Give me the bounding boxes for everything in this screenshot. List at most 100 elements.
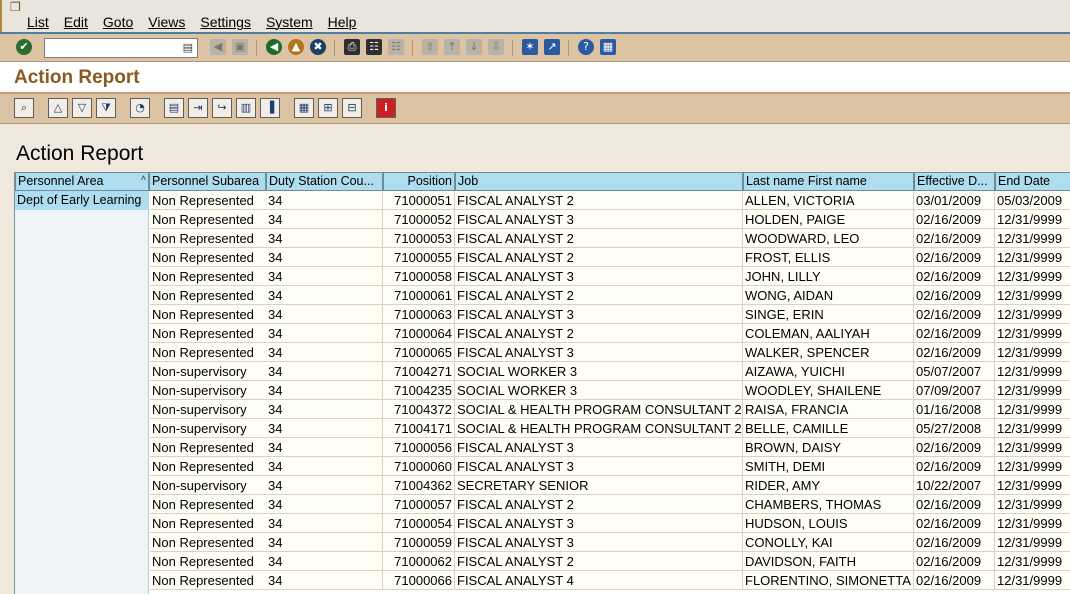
cell-name[interactable]: FROST, ELLIS [743, 248, 914, 267]
details-icon[interactable]: ⌕ [14, 98, 34, 118]
menu-list[interactable]: List [27, 14, 49, 30]
table-row[interactable]: Non Represented 34 71000054 FISCAL ANALYST … [150, 514, 1070, 533]
cell-position[interactable]: 71000056 [383, 438, 455, 457]
cell-position[interactable]: 71000055 [383, 248, 455, 267]
command-field[interactable]: ▤ [44, 38, 198, 58]
menu-settings[interactable]: Settings [200, 14, 251, 30]
cell-end-date[interactable]: 12/31/9999 [995, 210, 1070, 229]
table-row[interactable]: Non Represented 34 71000052 FISCAL ANALYST … [150, 210, 1070, 229]
cell-name[interactable]: RIDER, AMY [743, 476, 914, 495]
cell-name[interactable]: FLORENTINO, SIMONETTA [743, 571, 914, 590]
cell-personnel-subarea[interactable]: Non Represented [150, 438, 267, 457]
cell-duty-station[interactable]: 34 [266, 552, 383, 571]
cell-job[interactable]: FISCAL ANALYST 3 [455, 210, 743, 229]
cell-name[interactable]: AIZAWA, YUICHI [743, 362, 914, 381]
cell-duty-station[interactable]: 34 [266, 476, 383, 495]
cell-personnel-subarea[interactable]: Non-supervisory [150, 381, 267, 400]
cell-personnel-subarea[interactable]: Non Represented [150, 495, 267, 514]
print-icon[interactable]: ⎙ [344, 39, 360, 55]
cell-effective-date[interactable]: 02/16/2009 [914, 229, 995, 248]
column-header-duty-station[interactable]: Duty Station Cou... [266, 172, 383, 191]
cell-name[interactable]: CONOLLY, KAI [743, 533, 914, 552]
cell-personnel-subarea[interactable]: Non Represented [150, 286, 267, 305]
save-layout-icon[interactable]: ⊟ [342, 98, 362, 118]
column-header-end-date[interactable]: End Date [995, 172, 1070, 191]
find-icon[interactable]: ☷ [366, 39, 382, 55]
cell-position[interactable]: 71000059 [383, 533, 455, 552]
cancel-icon[interactable]: ✖ [310, 39, 326, 55]
cell-personnel-subarea[interactable]: Non Represented [150, 571, 267, 590]
subtotal-icon[interactable]: ▤ [164, 98, 184, 118]
cell-position[interactable]: 71004271 [383, 362, 455, 381]
cell-personnel-subarea[interactable]: Non Represented [150, 552, 267, 571]
back-icon[interactable]: ◀ [266, 39, 282, 55]
word-processing-icon[interactable]: ▥ [236, 98, 256, 118]
cell-position[interactable]: 71004362 [383, 476, 455, 495]
cell-position[interactable]: 71000063 [383, 305, 455, 324]
cell-name[interactable]: ALLEN, VICTORIA [743, 191, 914, 210]
filter-icon[interactable]: ⧩ [96, 98, 116, 118]
cell-job[interactable]: FISCAL ANALYST 2 [455, 229, 743, 248]
cell-effective-date[interactable]: 02/16/2009 [914, 495, 995, 514]
cell-end-date[interactable]: 12/31/9999 [995, 533, 1070, 552]
cell-duty-station[interactable]: 34 [266, 400, 383, 419]
cell-job[interactable]: FISCAL ANALYST 3 [455, 438, 743, 457]
cell-personnel-subarea[interactable]: Non Represented [150, 305, 267, 324]
cell-duty-station[interactable]: 34 [266, 457, 383, 476]
cell-personnel-subarea[interactable]: Non Represented [150, 533, 267, 552]
cell-end-date[interactable]: 12/31/9999 [995, 571, 1070, 590]
cell-end-date[interactable]: 12/31/9999 [995, 248, 1070, 267]
cell-end-date[interactable]: 12/31/9999 [995, 476, 1070, 495]
cell-effective-date[interactable]: 01/16/2008 [914, 400, 995, 419]
cell-duty-station[interactable]: 34 [266, 248, 383, 267]
cell-duty-station[interactable]: 34 [266, 533, 383, 552]
cell-duty-station[interactable]: 34 [266, 438, 383, 457]
cell-position[interactable]: 71000058 [383, 267, 455, 286]
cell-job[interactable]: SECRETARY SENIOR [455, 476, 743, 495]
cell-position[interactable]: 71000057 [383, 495, 455, 514]
table-row[interactable]: Non-supervisory 34 71004372 SOCIAL & HEALTH… [150, 400, 1070, 419]
column-header-effective-date[interactable]: Effective D... [914, 172, 995, 191]
cell-personnel-subarea[interactable]: Non-supervisory [150, 362, 267, 381]
system-menu-icon[interactable]: ❐ [10, 1, 24, 13]
cell-end-date[interactable]: 12/31/9999 [995, 419, 1070, 438]
cell-end-date[interactable]: 12/31/9999 [995, 229, 1070, 248]
group-value-personnel-area[interactable]: Dept of Early Learning [15, 191, 149, 210]
cell-position[interactable]: 71000062 [383, 552, 455, 571]
menu-views[interactable]: Views [148, 14, 185, 30]
table-row[interactable]: Non Represented 34 71000057 FISCAL ANALYST … [150, 495, 1070, 514]
cell-duty-station[interactable]: 34 [266, 362, 383, 381]
cell-end-date[interactable]: 12/31/9999 [995, 495, 1070, 514]
cell-personnel-subarea[interactable]: Non-supervisory [150, 400, 267, 419]
cell-name[interactable]: BROWN, DAISY [743, 438, 914, 457]
cell-position[interactable]: 71004235 [383, 381, 455, 400]
cell-job[interactable]: FISCAL ANALYST 2 [455, 552, 743, 571]
cell-name[interactable]: HUDSON, LOUIS [743, 514, 914, 533]
cell-personnel-subarea[interactable]: Non-supervisory [150, 476, 267, 495]
cell-name[interactable]: HOLDEN, PAIGE [743, 210, 914, 229]
menu-edit[interactable]: Edit [64, 14, 88, 30]
cell-effective-date[interactable]: 05/27/2008 [914, 419, 995, 438]
table-row[interactable]: Non Represented 34 71000056 FISCAL ANALYST … [150, 438, 1070, 457]
cell-job[interactable]: FISCAL ANALYST 2 [455, 324, 743, 343]
cell-personnel-subarea[interactable]: Non Represented [150, 191, 267, 210]
cell-duty-station[interactable]: 34 [266, 191, 383, 210]
cell-position[interactable]: 71004372 [383, 400, 455, 419]
cell-job[interactable]: FISCAL ANALYST 2 [455, 248, 743, 267]
column-header-job[interactable]: Job [455, 172, 743, 191]
table-row[interactable]: Non Represented 34 71000058 FISCAL ANALYST … [150, 267, 1070, 286]
cell-position[interactable]: 71000052 [383, 210, 455, 229]
cell-effective-date[interactable]: 02/16/2009 [914, 514, 995, 533]
cell-name[interactable]: WALKER, SPENCER [743, 343, 914, 362]
cell-effective-date[interactable]: 10/22/2007 [914, 476, 995, 495]
cell-effective-date[interactable]: 05/07/2007 [914, 362, 995, 381]
cell-effective-date[interactable]: 02/16/2009 [914, 533, 995, 552]
cell-effective-date[interactable]: 02/16/2009 [914, 571, 995, 590]
cell-job[interactable]: FISCAL ANALYST 3 [455, 267, 743, 286]
cell-end-date[interactable]: 12/31/9999 [995, 286, 1070, 305]
cell-duty-station[interactable]: 34 [266, 514, 383, 533]
shortcut-icon[interactable]: ↗ [544, 39, 560, 55]
cell-effective-date[interactable]: 03/01/2009 [914, 191, 995, 210]
cell-duty-station[interactable]: 34 [266, 419, 383, 438]
cell-end-date[interactable]: 12/31/9999 [995, 305, 1070, 324]
